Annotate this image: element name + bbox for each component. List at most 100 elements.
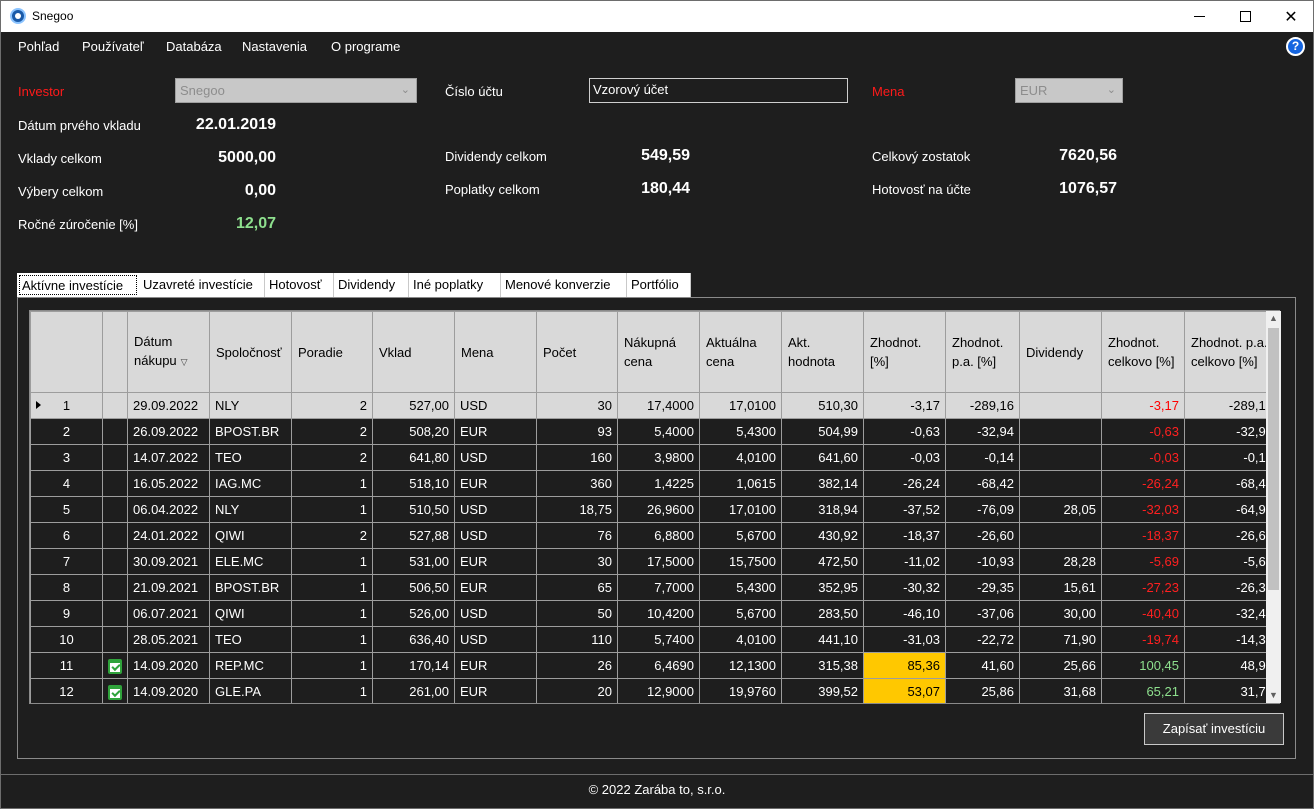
cell-order[interactable]: 1 — [291, 652, 373, 679]
cell-current-price[interactable]: 15,7500 — [699, 548, 782, 575]
save-investment-button[interactable]: Zapísať investíciu — [1144, 713, 1284, 745]
column-header-current-price[interactable]: Aktuálna cena — [699, 311, 782, 393]
cell-deposit[interactable]: 510,50 — [372, 496, 455, 523]
cell-count[interactable]: 30 — [536, 548, 618, 575]
cell-company[interactable]: ELE.MC — [209, 548, 292, 575]
cell-count[interactable]: 360 — [536, 470, 618, 497]
cell-buy-price[interactable]: 17,5000 — [617, 548, 700, 575]
cell-buy-price[interactable]: 1,4225 — [617, 470, 700, 497]
cell-count[interactable]: 26 — [536, 652, 618, 679]
cell-value[interactable]: 441,10 — [781, 626, 864, 653]
cell-gain[interactable]: 53,07 — [863, 678, 946, 703]
cell-current-price[interactable]: 17,0100 — [699, 392, 782, 419]
cell-gain-pa[interactable]: -26,60 — [945, 522, 1020, 549]
row-number[interactable]: 12 — [30, 678, 103, 703]
cell-total-pa[interactable]: -289,16 — [1184, 392, 1279, 419]
cell-currency[interactable]: EUR — [454, 678, 537, 703]
cell-buy-price[interactable]: 5,7400 — [617, 626, 700, 653]
cell-dividends[interactable]: 30,00 — [1019, 600, 1102, 627]
cell-gain[interactable]: -11,02 — [863, 548, 946, 575]
table-row[interactable]: 3 14.07.2022 TEO 2 641,80 USD 160 3,9800 4,0100 6… — [30, 444, 1279, 471]
cell-total[interactable]: -19,74 — [1101, 626, 1185, 653]
row-number[interactable]: 2 — [30, 418, 103, 445]
cell-value[interactable]: 399,52 — [781, 678, 864, 703]
cell-buy-price[interactable]: 7,7000 — [617, 574, 700, 601]
row-number[interactable]: 1 — [30, 392, 103, 419]
account-input[interactable]: Vzorový účet — [589, 78, 848, 103]
cell-total[interactable]: -3,17 — [1101, 392, 1185, 419]
row-number[interactable]: 6 — [30, 522, 103, 549]
menu-pohlad[interactable]: Pohľad — [18, 39, 59, 54]
cell-total-pa[interactable]: -26,60 — [1184, 522, 1279, 549]
cell-gain[interactable]: -31,03 — [863, 626, 946, 653]
cell-date[interactable]: 29.09.2022 — [127, 392, 210, 419]
cell-total[interactable]: -18,37 — [1101, 522, 1185, 549]
tab-uzavrete-investicie[interactable]: Uzavreté investície — [139, 273, 265, 297]
cell-gain-pa[interactable]: -37,06 — [945, 600, 1020, 627]
cell-total[interactable]: -26,24 — [1101, 470, 1185, 497]
table-row[interactable]: 9 06.07.2021 QIWI 1 526,00 USD 50 10,4200 5,6700… — [30, 600, 1279, 627]
cell-currency[interactable]: USD — [454, 626, 537, 653]
cell-dividends[interactable]: 71,90 — [1019, 626, 1102, 653]
scroll-up-icon[interactable]: ▲ — [1266, 311, 1281, 326]
cell-total-pa[interactable]: -0,14 — [1184, 444, 1279, 471]
cell-gain[interactable]: -46,10 — [863, 600, 946, 627]
menu-pouzivatel[interactable]: Používateľ — [82, 39, 144, 54]
cell-order[interactable]: 1 — [291, 548, 373, 575]
cell-company[interactable]: QIWI — [209, 600, 292, 627]
cell-count[interactable]: 110 — [536, 626, 618, 653]
cell-company[interactable]: QIWI — [209, 522, 292, 549]
cell-gain[interactable]: -0,63 — [863, 418, 946, 445]
cell-current-price[interactable]: 17,0100 — [699, 496, 782, 523]
currency-combo[interactable]: EUR ⌄ — [1015, 78, 1123, 103]
column-header-total[interactable]: Zhodnot. celkovo [%] — [1101, 311, 1185, 393]
row-number[interactable]: 11 — [30, 652, 103, 679]
menu-databaza[interactable]: Databáza — [166, 39, 222, 54]
cell-total-pa[interactable]: -5,64 — [1184, 548, 1279, 575]
menu-nastavenia[interactable]: Nastavenia — [242, 39, 307, 54]
cell-total[interactable]: -32,03 — [1101, 496, 1185, 523]
row-number[interactable]: 8 — [30, 574, 103, 601]
scroll-thumb[interactable] — [1268, 328, 1279, 590]
cell-buy-price[interactable]: 6,4690 — [617, 652, 700, 679]
cell-current-price[interactable]: 19,9760 — [699, 678, 782, 703]
cell-dividends[interactable] — [1019, 470, 1102, 497]
cell-date[interactable]: 28.05.2021 — [127, 626, 210, 653]
cell-value[interactable]: 283,50 — [781, 600, 864, 627]
tab-portfolio[interactable]: Portfólio — [627, 273, 691, 297]
cell-gain[interactable]: -26,24 — [863, 470, 946, 497]
cell-date[interactable]: 14.09.2020 — [127, 652, 210, 679]
column-header-order[interactable]: Poradie — [291, 311, 373, 393]
cell-current-price[interactable]: 5,6700 — [699, 600, 782, 627]
table-row[interactable]: 8 21.09.2021 BPOST.BR 1 506,50 EUR 65 7,7000 5,4… — [30, 574, 1279, 601]
cell-company[interactable]: NLY — [209, 392, 292, 419]
cell-current-price[interactable]: 5,4300 — [699, 574, 782, 601]
column-header-dividends[interactable]: Dividendy — [1019, 311, 1102, 393]
cell-order[interactable]: 1 — [291, 496, 373, 523]
cell-value[interactable]: 352,95 — [781, 574, 864, 601]
cell-buy-price[interactable]: 17,4000 — [617, 392, 700, 419]
cell-order[interactable]: 1 — [291, 574, 373, 601]
cell-count[interactable]: 30 — [536, 392, 618, 419]
cell-dividends[interactable]: 25,66 — [1019, 652, 1102, 679]
cell-gain[interactable]: -3,17 — [863, 392, 946, 419]
cell-count[interactable]: 76 — [536, 522, 618, 549]
cell-current-price[interactable]: 12,1300 — [699, 652, 782, 679]
cell-order[interactable]: 1 — [291, 626, 373, 653]
cell-currency[interactable]: EUR — [454, 652, 537, 679]
cell-buy-price[interactable]: 10,4200 — [617, 600, 700, 627]
tab-hotovost[interactable]: Hotovosť — [265, 273, 334, 297]
cell-dividends[interactable]: 15,61 — [1019, 574, 1102, 601]
cell-order[interactable]: 2 — [291, 418, 373, 445]
table-row[interactable]: 2 26.09.2022 BPOST.BR 2 508,20 EUR 93 5,4000 5,4… — [30, 418, 1279, 445]
cell-gain-pa[interactable]: 41,60 — [945, 652, 1020, 679]
tab-ine-poplatky[interactable]: Iné poplatky — [409, 273, 501, 297]
cell-company[interactable]: NLY — [209, 496, 292, 523]
tab-aktivne-investicie[interactable]: Aktívne investície — [17, 273, 139, 297]
cell-count[interactable]: 160 — [536, 444, 618, 471]
cell-value[interactable]: 641,60 — [781, 444, 864, 471]
cell-currency[interactable]: EUR — [454, 574, 537, 601]
cell-order[interactable]: 1 — [291, 600, 373, 627]
column-header-gain[interactable]: Zhodnot. [%] — [863, 311, 946, 393]
cell-total[interactable]: 65,21 — [1101, 678, 1185, 703]
